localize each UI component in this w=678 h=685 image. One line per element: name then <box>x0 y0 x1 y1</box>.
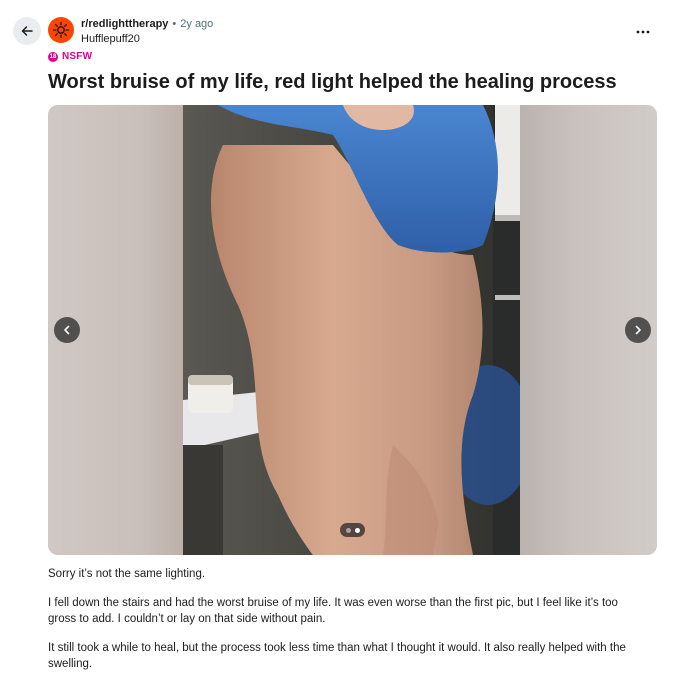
author-link[interactable]: Hufflepuff20 <box>81 32 213 46</box>
post-body: Sorry it’s not the same lighting. I fell… <box>48 566 648 685</box>
subreddit-link[interactable]: r/redlighttherapy <box>81 17 168 31</box>
back-button[interactable] <box>13 17 41 45</box>
subreddit-avatar-icon <box>52 21 70 39</box>
more-options-button[interactable] <box>633 22 653 42</box>
gallery-page-indicator <box>340 523 365 537</box>
image-gallery[interactable] <box>48 105 657 555</box>
subreddit-avatar[interactable] <box>48 17 74 43</box>
gallery-dot-active <box>354 527 360 533</box>
post-paragraph: It still took a while to heal, but the p… <box>48 642 626 670</box>
arrow-left-icon <box>21 26 33 36</box>
nsfw-icon: 18 <box>48 51 58 62</box>
gallery-prev-button[interactable] <box>54 317 80 343</box>
chevron-left-icon <box>64 325 70 335</box>
photo-illustration <box>183 105 520 555</box>
post-timestamp: 2y ago <box>180 18 214 30</box>
gallery-image[interactable] <box>183 105 520 555</box>
post-paragraph: I fell down the stairs and had the worst… <box>48 597 618 625</box>
nsfw-tag: 18 NSFW <box>48 51 92 62</box>
post-title[interactable]: Worst bruise of my life, red light helpe… <box>48 70 617 94</box>
more-horizontal-icon <box>636 30 650 34</box>
post-meta: r/redlighttherapy • 2y ago Hufflepuff20 <box>81 17 213 46</box>
gallery-next-button[interactable] <box>625 317 651 343</box>
post-paragraph: Sorry it’s not the same lighting. <box>48 568 206 580</box>
meta-separator: • <box>172 18 177 30</box>
gallery-dot <box>345 527 351 533</box>
nsfw-label: NSFW <box>62 51 93 62</box>
chevron-right-icon <box>635 325 641 335</box>
